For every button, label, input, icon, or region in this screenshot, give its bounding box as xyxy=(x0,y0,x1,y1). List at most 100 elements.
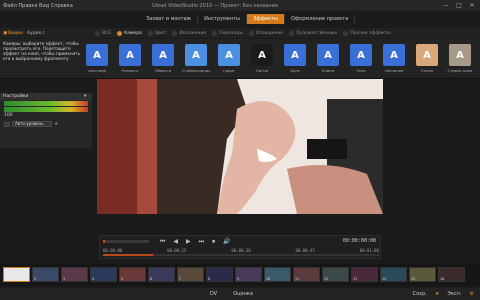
effect-thumb[interactable]: A Анаглиф xyxy=(84,44,110,73)
effect-thumbs: A Анаглиф A Размыть A Обвести A Стабилизация A Сд… xyxy=(84,44,480,73)
clip-number: 4 xyxy=(92,277,95,281)
stop-icon[interactable]: ⏹ xyxy=(212,239,215,245)
effect-thumb[interactable]: A Блики xyxy=(315,44,341,73)
effect-preview-icon: A xyxy=(383,44,405,66)
effect-label: Сепия xyxy=(420,68,434,73)
trim-bar[interactable] xyxy=(103,254,379,256)
tab-project-design[interactable]: Оформление проекта xyxy=(285,14,356,24)
effect-label: Анаглиф xyxy=(88,68,106,73)
effect-preview-icon: A xyxy=(350,44,372,66)
filter-transitions[interactable]: Переходы xyxy=(212,30,243,36)
effect-thumb[interactable]: A Стабилизация xyxy=(182,44,210,73)
close-button[interactable]: ✕ xyxy=(469,2,475,9)
filter-label: Переходы xyxy=(219,30,243,36)
mark: 00:00:45 xyxy=(295,248,315,253)
effect-thumb[interactable]: A Сепия xyxy=(414,44,440,73)
level-value: 100 xyxy=(4,113,13,118)
save-label[interactable]: Сохр. xyxy=(413,291,427,297)
effect-description: Камеры: выберите эффект, чтобы просмотре… xyxy=(3,41,81,61)
filter-color[interactable]: Цвет xyxy=(147,30,166,36)
mark: 00:00:15 xyxy=(167,248,187,253)
scrubber[interactable] xyxy=(103,240,149,243)
video-label: Видео xyxy=(8,30,23,36)
video-toggle[interactable]: ▣ Видео xyxy=(3,31,23,36)
timecode[interactable]: 00:00:00:00 xyxy=(343,238,376,244)
tab-tools[interactable]: Инструменты xyxy=(198,14,247,24)
app-menu[interactable]: Файл Правка Вид Справка xyxy=(0,3,150,9)
audio-toggle[interactable]: Аудио ♪ xyxy=(27,31,45,36)
filter-other[interactable]: Прочие эффекты xyxy=(343,30,391,36)
effect-thumb[interactable]: A Обвести xyxy=(150,44,176,73)
gear-icon[interactable]: ⚙ xyxy=(470,291,474,297)
clip-thumb[interactable]: 13 xyxy=(351,267,378,282)
collapse-icon[interactable]: ▾ xyxy=(84,94,89,99)
radio-dot-icon xyxy=(147,30,153,36)
clip-thumb[interactable]: 4 xyxy=(90,267,117,282)
playback-controls: ⏮ ◀ ▶ ⏭ ⏹ 🔊 00:00:00:00 00:00:00 00:00:1… xyxy=(99,235,381,259)
star-icon[interactable]: ★ xyxy=(435,291,439,297)
effect-label: Стабилизация xyxy=(182,68,210,73)
level-meter-2 xyxy=(4,107,88,112)
effect-label: Линза xyxy=(255,68,269,73)
tab-effects[interactable]: Эффекты xyxy=(246,14,285,24)
effect-preview-icon: A xyxy=(251,44,273,66)
clip-thumb[interactable]: 16 xyxy=(438,267,465,282)
effect-thumb[interactable]: A Линза xyxy=(249,44,275,73)
clip-number: 12 xyxy=(324,277,329,281)
skip-back-icon[interactable]: ⏮ xyxy=(160,239,165,245)
preset-select[interactable]: Авто-уровень xyxy=(12,121,52,127)
clip-thumb[interactable]: 7 xyxy=(177,267,204,282)
clip-thumb[interactable]: 9 xyxy=(235,267,262,282)
step-back-icon[interactable]: ◀ xyxy=(173,239,178,245)
filter-label: Искажение xyxy=(179,30,207,36)
effect-label: Обвести xyxy=(154,68,172,73)
filter-distortion[interactable]: Искажение xyxy=(172,30,207,36)
mode-tabs: Захват и монтаж Инструменты Эффекты Офор… xyxy=(140,14,360,24)
effect-label: Сдвиг xyxy=(223,68,235,73)
volume-icon[interactable]: 🔊 xyxy=(223,239,230,245)
effect-thumb[interactable]: A Свечение xyxy=(381,44,407,73)
filter-all[interactable]: ВСЕ xyxy=(95,30,111,36)
checkbox[interactable] xyxy=(4,121,10,127)
effect-thumb[interactable]: A Сдвиг xyxy=(216,44,242,73)
status-format[interactable]: DV xyxy=(210,291,217,297)
effect-thumb[interactable]: A Старое кино xyxy=(447,44,473,73)
clip-thumb[interactable]: 11 xyxy=(293,267,320,282)
effect-thumb[interactable]: A Шум xyxy=(282,44,308,73)
filter-camera[interactable]: Камера xyxy=(117,30,142,36)
export-label[interactable]: Эксп. xyxy=(447,291,461,297)
radio-dot-icon xyxy=(172,30,178,36)
preview-frame xyxy=(97,79,383,214)
effect-preview-icon: A xyxy=(317,44,339,66)
clip-thumb[interactable]: 15 xyxy=(409,267,436,282)
skip-forward-icon[interactable]: ⏭ xyxy=(199,239,204,245)
clip-thumb[interactable]: 5 xyxy=(119,267,146,282)
effect-thumb[interactable]: A Тень xyxy=(348,44,374,73)
effect-label: Шум xyxy=(290,68,300,73)
clip-thumb[interactable]: 6 xyxy=(148,267,175,282)
clip-number: 13 xyxy=(353,277,358,281)
filter-artistic[interactable]: Художественные xyxy=(289,30,337,36)
maximize-button[interactable]: □ xyxy=(456,2,462,9)
clip-thumb[interactable]: 10 xyxy=(264,267,291,282)
effect-thumb[interactable]: A Размыть xyxy=(117,44,143,73)
filter-lighting[interactable]: Освещение xyxy=(249,30,283,36)
clip-thumb[interactable]: 2 xyxy=(32,267,59,282)
filter-bar: ▣ Видео Аудио ♪ ВСЕ Камера Цвет Искажени… xyxy=(0,28,480,38)
status-rating[interactable]: Оценка xyxy=(233,291,253,297)
minimize-button[interactable]: — xyxy=(443,2,449,9)
clip-number: 10 xyxy=(266,277,271,281)
clip-thumb[interactable]: 1 xyxy=(3,267,30,282)
effect-label: Блики xyxy=(321,68,335,73)
play-icon[interactable]: ▶ xyxy=(186,239,191,245)
add-icon[interactable]: + xyxy=(54,121,60,127)
clip-thumb[interactable]: 8 xyxy=(206,267,233,282)
tab-capture-edit[interactable]: Захват и монтаж xyxy=(140,14,199,24)
clip-thumb[interactable]: 3 xyxy=(61,267,88,282)
clip-thumb[interactable]: 12 xyxy=(322,267,349,282)
effect-preview-icon: A xyxy=(284,44,306,66)
video-preview xyxy=(97,79,383,214)
effect-preview-icon: A xyxy=(119,44,141,66)
timeline-marks: 00:00:00 00:00:15 00:00:30 00:00:45 00:0… xyxy=(103,248,379,253)
clip-thumb[interactable]: 14 xyxy=(380,267,407,282)
